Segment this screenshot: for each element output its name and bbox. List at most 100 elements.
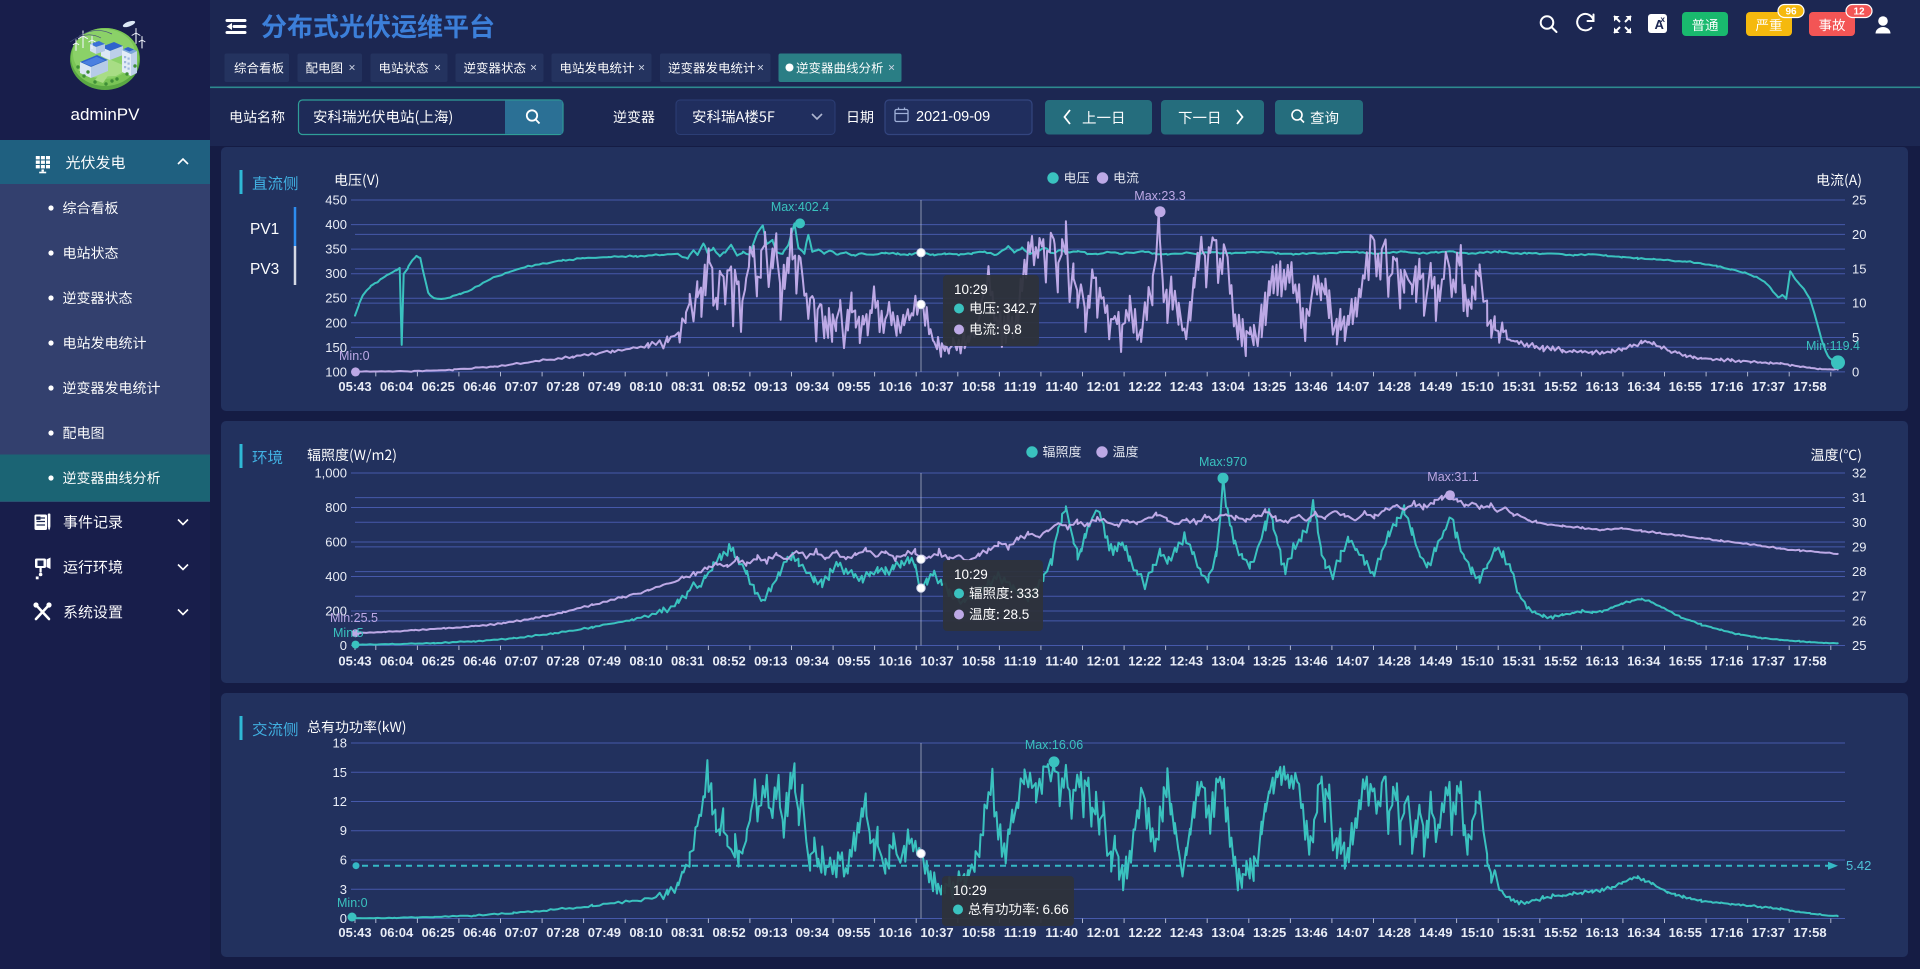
svg-text:12:22: 12:22: [1128, 925, 1161, 940]
svg-text:13:04: 13:04: [1211, 379, 1245, 394]
svg-text:12:01: 12:01: [1087, 379, 1120, 394]
svg-text:28.5: 28.5: [1003, 607, 1029, 622]
svg-text:×: ×: [638, 61, 645, 75]
svg-text:15:31: 15:31: [1502, 925, 1535, 940]
svg-text:12:01: 12:01: [1087, 654, 1120, 669]
svg-text:PV3: PV3: [250, 261, 279, 278]
svg-text:x: x: [1661, 15, 1666, 24]
svg-text:14:49: 14:49: [1419, 925, 1452, 940]
svg-text:14:49: 14:49: [1419, 379, 1452, 394]
svg-text:9.8: 9.8: [1003, 322, 1022, 337]
svg-text:300: 300: [325, 266, 347, 281]
svg-text:05:43: 05:43: [338, 925, 371, 940]
svg-text:06:46: 06:46: [463, 379, 496, 394]
svg-text:09:55: 09:55: [837, 379, 870, 394]
svg-text:15:52: 15:52: [1544, 925, 1577, 940]
svg-text:06:25: 06:25: [421, 654, 454, 669]
svg-text:08:31: 08:31: [671, 925, 704, 940]
svg-text:26: 26: [1852, 613, 1866, 628]
svg-text:×: ×: [530, 61, 537, 75]
svg-text:16:13: 16:13: [1585, 379, 1618, 394]
svg-text:16:55: 16:55: [1669, 654, 1702, 669]
svg-text:13:46: 13:46: [1294, 654, 1327, 669]
svg-text:07:28: 07:28: [546, 925, 579, 940]
svg-text:09:55: 09:55: [837, 654, 870, 669]
svg-text:100: 100: [325, 364, 347, 379]
svg-text:14:28: 14:28: [1378, 379, 1411, 394]
svg-text:13:46: 13:46: [1294, 925, 1327, 940]
svg-text:10:29: 10:29: [953, 883, 987, 898]
svg-text:10:58: 10:58: [962, 925, 995, 940]
svg-text:09:13: 09:13: [754, 654, 787, 669]
svg-text:10:16: 10:16: [879, 379, 912, 394]
svg-text:PV1: PV1: [250, 221, 279, 238]
svg-text:05:43: 05:43: [338, 379, 371, 394]
svg-text:96: 96: [1785, 7, 1797, 18]
svg-text:0: 0: [340, 638, 347, 653]
svg-text:27: 27: [1852, 589, 1866, 604]
svg-text:600: 600: [325, 535, 347, 550]
svg-text:07:28: 07:28: [546, 379, 579, 394]
svg-text:28: 28: [1852, 564, 1866, 579]
svg-text:16:34: 16:34: [1627, 925, 1661, 940]
svg-text:12: 12: [333, 794, 347, 809]
svg-text:15: 15: [333, 765, 347, 780]
svg-text:06:25: 06:25: [421, 925, 454, 940]
svg-text:11:40: 11:40: [1045, 654, 1078, 669]
svg-text:10:58: 10:58: [962, 379, 995, 394]
svg-text:07:07: 07:07: [505, 925, 538, 940]
svg-text:05:43: 05:43: [338, 654, 371, 669]
svg-text:16:13: 16:13: [1585, 925, 1618, 940]
svg-text:12: 12: [1853, 7, 1865, 18]
svg-text:31: 31: [1852, 490, 1866, 505]
svg-text:14:07: 14:07: [1336, 654, 1369, 669]
svg-text:06:04: 06:04: [380, 379, 414, 394]
svg-text:6: 6: [340, 853, 347, 868]
svg-text:10: 10: [1852, 296, 1866, 311]
svg-text:14:49: 14:49: [1419, 654, 1452, 669]
svg-text:13:04: 13:04: [1211, 654, 1245, 669]
svg-text:17:16: 17:16: [1710, 925, 1743, 940]
svg-text:14:07: 14:07: [1336, 379, 1369, 394]
svg-text:3: 3: [340, 882, 347, 897]
svg-text:10:58: 10:58: [962, 654, 995, 669]
svg-text:06:46: 06:46: [463, 654, 496, 669]
svg-text:9: 9: [340, 823, 347, 838]
svg-text:0: 0: [1852, 364, 1859, 379]
svg-text:15:52: 15:52: [1544, 379, 1577, 394]
svg-text:13:25: 13:25: [1253, 925, 1286, 940]
svg-text:29: 29: [1852, 539, 1866, 554]
svg-text:11:19: 11:19: [1004, 654, 1037, 669]
svg-text:Max:23.3: Max:23.3: [1134, 189, 1185, 203]
svg-text:11:40: 11:40: [1045, 379, 1078, 394]
svg-text:09:13: 09:13: [754, 925, 787, 940]
svg-text:08:10: 08:10: [629, 654, 662, 669]
svg-text:25: 25: [1852, 193, 1866, 208]
svg-text:Min:0: Min:0: [337, 896, 368, 910]
svg-text:×: ×: [434, 61, 441, 75]
svg-text:12:43: 12:43: [1170, 654, 1203, 669]
svg-text:17:16: 17:16: [1710, 654, 1743, 669]
svg-text:14:28: 14:28: [1378, 925, 1411, 940]
svg-text:14:07: 14:07: [1336, 925, 1369, 940]
svg-text:13:46: 13:46: [1294, 379, 1327, 394]
svg-text:11:19: 11:19: [1004, 379, 1037, 394]
svg-text:09:34: 09:34: [796, 654, 830, 669]
svg-text:10:16: 10:16: [879, 925, 912, 940]
svg-text:Min:5: Min:5: [333, 626, 364, 640]
svg-text:12:43: 12:43: [1170, 925, 1203, 940]
svg-text:13:25: 13:25: [1253, 654, 1286, 669]
svg-text:09:55: 09:55: [837, 925, 870, 940]
svg-text:17:37: 17:37: [1752, 925, 1785, 940]
svg-text:09:13: 09:13: [754, 379, 787, 394]
svg-text:07:49: 07:49: [588, 925, 621, 940]
svg-text:11:19: 11:19: [1004, 925, 1037, 940]
svg-text:2021-09-09: 2021-09-09: [916, 109, 990, 125]
svg-text:350: 350: [325, 242, 347, 257]
svg-text:800: 800: [325, 500, 347, 515]
svg-text:450: 450: [325, 193, 347, 208]
svg-text:09:34: 09:34: [796, 925, 830, 940]
svg-text:400: 400: [325, 569, 347, 584]
svg-text:0: 0: [340, 911, 347, 926]
svg-text:08:10: 08:10: [629, 925, 662, 940]
